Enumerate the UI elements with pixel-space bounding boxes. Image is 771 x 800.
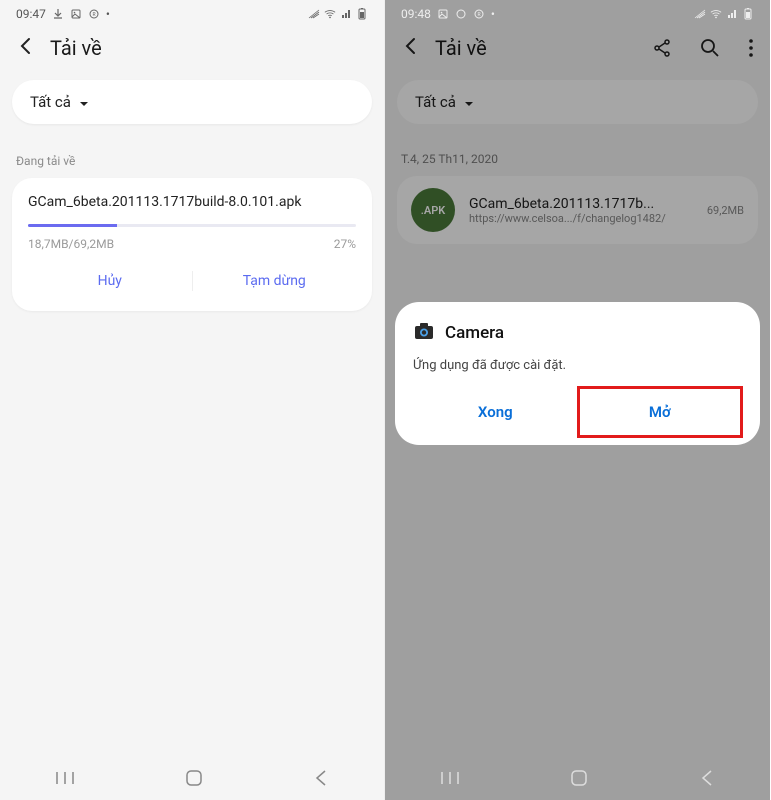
svg-text:R: R: [477, 12, 480, 18]
image-icon: [70, 8, 82, 20]
clock: 09:47: [16, 7, 46, 21]
install-dialog: Camera Ứng dụng đã được cài đặt. Xong Mở: [395, 302, 760, 445]
progress-size: 18,7MB/69,2MB: [28, 237, 114, 251]
download-filename: GCam_6beta.201113.1717build-8.0.101.apk: [28, 194, 356, 210]
page-title: Tải về: [50, 36, 102, 60]
svg-text:R: R: [92, 12, 95, 18]
r-icon: R: [88, 8, 100, 20]
filter-chip[interactable]: Tất cả: [12, 80, 372, 124]
battery-icon: [742, 8, 754, 20]
pause-button[interactable]: Tạm dừng: [193, 261, 357, 301]
status-dot: •: [106, 7, 110, 21]
back-nav-button[interactable]: [700, 769, 714, 787]
done-button[interactable]: Xong: [413, 387, 578, 437]
image-icon: [437, 8, 449, 20]
signal-icon: [340, 8, 352, 20]
open-button[interactable]: Mở: [578, 387, 743, 437]
download-icon: [52, 8, 64, 20]
filter-label: Tất cả: [30, 93, 71, 111]
filter-row: Tất cả: [0, 72, 384, 132]
status-dot: •: [491, 7, 495, 21]
cancel-button[interactable]: Hủy: [28, 261, 192, 301]
back-nav-button[interactable]: [314, 769, 328, 787]
chevron-down-icon: [79, 93, 89, 111]
battery-icon: [356, 8, 368, 20]
camera-icon: [413, 320, 435, 346]
progress-fill: [28, 224, 117, 227]
wifi-icon: [324, 8, 336, 20]
nfc-icon: [308, 8, 320, 20]
nfc-icon: [694, 8, 706, 20]
wifi-icon: [710, 8, 722, 20]
status-bar: 09:47 R •: [0, 0, 384, 28]
nav-bar: [385, 756, 770, 800]
dialog-message: Ứng dụng đã được cài đặt.: [413, 358, 742, 373]
app-header: Tải về: [0, 28, 384, 72]
home-button[interactable]: [570, 769, 588, 787]
recents-button[interactable]: [56, 771, 74, 785]
gallery-icon: [455, 8, 467, 20]
home-button[interactable]: [185, 769, 203, 787]
clock: 09:48: [401, 7, 431, 21]
progress-bar: [28, 224, 356, 227]
nav-bar: [0, 756, 384, 800]
phone-screen-installed: 09:48 R • Tải về Tất cả T.4, 25 Th11, 20…: [385, 0, 770, 800]
signal-icon: [726, 8, 738, 20]
status-bar: 09:48 R •: [385, 0, 770, 28]
recents-button[interactable]: [441, 771, 459, 785]
r-icon: R: [473, 8, 485, 20]
phone-screen-downloading: 09:47 R • Tải về Tất cả: [0, 0, 385, 800]
dialog-title: Camera: [445, 323, 504, 343]
section-downloading: Đang tải về: [0, 132, 384, 178]
download-card: GCam_6beta.201113.1717build-8.0.101.apk …: [12, 178, 372, 311]
back-icon[interactable]: [16, 36, 36, 60]
progress-percent: 27%: [334, 237, 356, 251]
